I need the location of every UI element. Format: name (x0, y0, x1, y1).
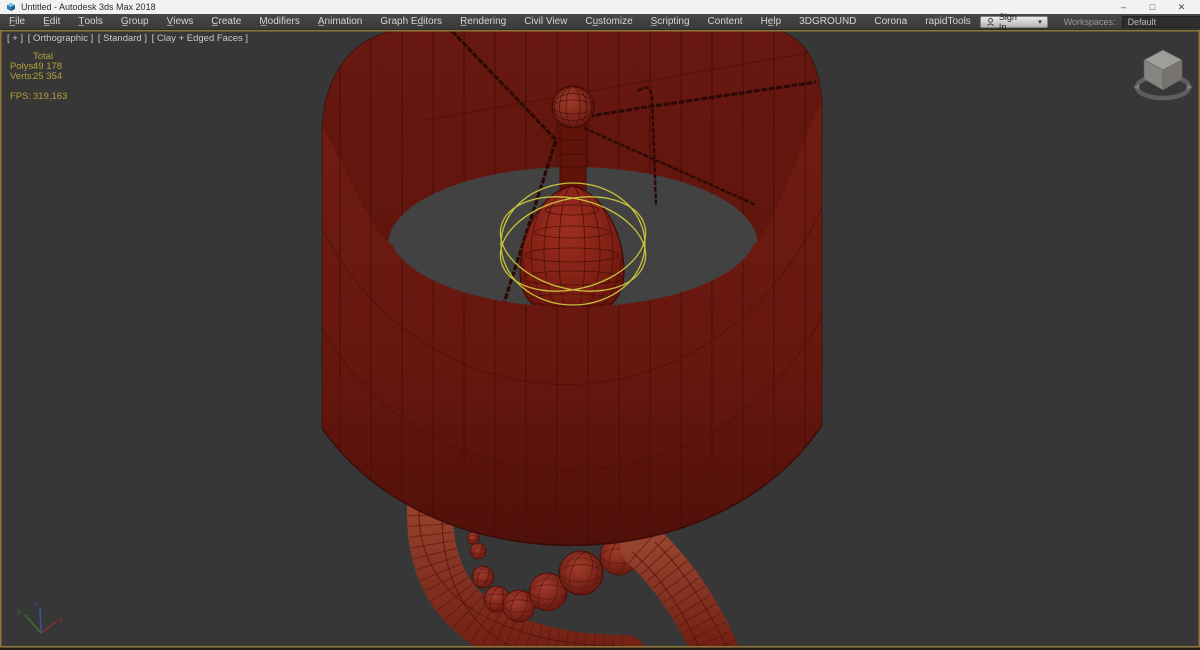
viewport-pov-menu[interactable]: [ Orthographic ] (28, 33, 93, 44)
viewport-style-menu[interactable]: [ Standard ] (98, 33, 147, 44)
viewport-shading-menu[interactable]: [ Clay + Edged Faces ] (152, 33, 248, 44)
3ds-max-window: x y z [ + ] [ Orthographic ] [ Standard … (0, 0, 1200, 650)
viewport-general-menu[interactable]: [ + ] (7, 33, 23, 44)
menu-content[interactable]: Content (699, 14, 752, 30)
menu-graph-editors[interactable]: Graph Ed̲itors (371, 14, 451, 30)
sign-in-label: Sign In (998, 11, 1017, 32)
minimize-button[interactable]: – (1109, 0, 1138, 14)
viewport-label: [ + ] [ Orthographic ] [ Standard ] [ Cl… (7, 33, 250, 44)
workspace-value: Default (1127, 16, 1157, 27)
menu-corona[interactable]: Corona (865, 14, 916, 30)
maximize-button[interactable]: □ (1138, 0, 1167, 14)
menu-customize[interactable]: Cu̲stomize (576, 14, 641, 30)
menu-group[interactable]: G̲roup (112, 14, 158, 30)
menu-tools[interactable]: T̲ools (69, 14, 111, 30)
stats-fps-label: FPS: (10, 91, 32, 102)
window-title: Untitled - Autodesk 3ds Max 2018 (21, 2, 156, 12)
stats-verts-label: Verts: (10, 71, 35, 82)
sign-in-button[interactable]: Sign In ▾ (979, 12, 1048, 32)
menu-create[interactable]: C̲reate (202, 14, 250, 30)
menu-help[interactable]: He̲lp (752, 14, 791, 30)
stats-verts-value: 25 354 (33, 71, 63, 82)
axis-y-label: y (17, 609, 21, 616)
menu-rendering[interactable]: R̲endering (451, 14, 515, 30)
menu-bar: F̲ile E̲dit T̲ools G̲roup V̲iews C̲reate… (0, 12, 1200, 32)
menu-edit[interactable]: E̲dit (34, 14, 69, 30)
chevron-down-icon: ▾ (1038, 18, 1042, 26)
menu-rapidtools[interactable]: rapidTools (916, 14, 980, 30)
menu-modifiers[interactable]: M̲odifiers (250, 14, 309, 30)
viewport-canvas[interactable]: x y z (0, 0, 1200, 650)
menu-animation[interactable]: A̲nimation (309, 14, 371, 30)
menu-civil-view[interactable]: Civil View (515, 14, 576, 30)
workspaces-label: Workspaces: (1063, 16, 1116, 27)
axis-x-label: x (59, 617, 63, 624)
menu-3dground[interactable]: 3DGROUND (790, 14, 865, 30)
axis-z-label: z (34, 601, 38, 608)
user-icon (986, 17, 994, 26)
close-button[interactable]: ✕ (1167, 0, 1196, 14)
lamp-stem[interactable] (559, 123, 587, 197)
workspace-dropdown[interactable]: Default ▾ (1121, 15, 1200, 28)
finial-sphere[interactable] (551, 85, 595, 129)
stats-fps-value: 319,163 (33, 91, 68, 102)
menu-file[interactable]: F̲ile (0, 14, 34, 30)
menu-views[interactable]: V̲iews (158, 14, 203, 30)
3ds-max-app-icon (7, 3, 15, 11)
menu-scripting[interactable]: S̲cripting (642, 14, 699, 30)
